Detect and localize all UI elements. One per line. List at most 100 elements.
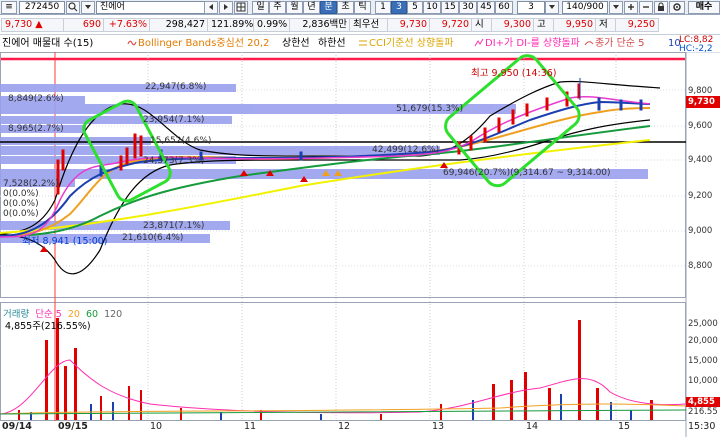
- open-label: 시: [471, 18, 493, 32]
- volume-tick: 25,000: [688, 319, 718, 329]
- minute-value-input[interactable]: 3: [517, 1, 545, 14]
- interval-60-button[interactable]: 60: [495, 1, 513, 14]
- volume-bar: [140, 390, 142, 420]
- volume-bar: [180, 408, 182, 420]
- vp-label-3: 51,679(15.3%): [396, 104, 464, 114]
- legend-bollinger-lower[interactable]: 하한선: [318, 38, 346, 50]
- volume-ratio: 121.89%: [207, 18, 255, 32]
- stock-name-field[interactable]: 진에어: [96, 1, 205, 14]
- volume-bar: [56, 318, 59, 420]
- volume-bar: [128, 386, 130, 420]
- period-month-button[interactable]: 월: [286, 1, 303, 14]
- prev-stock-icon[interactable]: [204, 1, 218, 14]
- candle-up: [545, 97, 549, 111]
- vp-label-10: 7,528(2.2%): [3, 179, 59, 189]
- x-tick-0914: 09/14: [2, 421, 32, 432]
- candle-up: [525, 103, 529, 117]
- volume-ma-line: [0, 359, 687, 415]
- x-tick-11: 11: [244, 421, 257, 432]
- trade-amount: 2,836백만: [289, 18, 351, 32]
- low-price: 9,250: [615, 18, 659, 32]
- candle-up: [61, 149, 65, 171]
- vp-label-4: 23,954(7.1%): [143, 115, 205, 125]
- minute-dropdown-icon[interactable]: [545, 1, 559, 14]
- interval-10-button[interactable]: 10: [423, 1, 441, 14]
- volume-bar: [18, 410, 20, 420]
- candle-up: [125, 147, 129, 165]
- ma-icon: [584, 38, 594, 50]
- data-count-field[interactable]: 140/900: [562, 1, 608, 14]
- x-tick-10: 10: [150, 421, 163, 432]
- stock-search-button[interactable]: [81, 1, 95, 14]
- period-minute-button[interactable]: 분: [320, 1, 337, 14]
- x-tick-15: 15: [618, 421, 631, 432]
- x-tick-12: 12: [338, 421, 351, 432]
- price-tick: 9,200: [688, 191, 713, 201]
- volume-bar: [630, 410, 632, 420]
- next-stock-icon[interactable]: [219, 1, 233, 14]
- legend-bollinger-mid[interactable]: Bollinger Bands중심선 20,2: [138, 38, 269, 50]
- price-change-pct: +7.63%: [103, 18, 151, 32]
- vp-label-2: 8,849(2.6%): [8, 94, 64, 104]
- vp-bar-6: [0, 137, 151, 145]
- vp-label-8: 42,499(12.6%): [372, 145, 440, 155]
- legend-volume-profile[interactable]: 진에어 매물대 수(15): [2, 38, 93, 50]
- price-chart[interactable]: [0, 52, 720, 437]
- current-volume-pct: 216.55: [688, 407, 718, 417]
- interval-30-button[interactable]: 30: [459, 1, 477, 14]
- lock-icon[interactable]: [654, 1, 668, 14]
- period-week-button[interactable]: 주: [269, 1, 286, 14]
- legend-dmi[interactable]: DI+가 DI-를 상향돌파: [485, 38, 580, 50]
- volume-bar: [100, 396, 102, 420]
- vp-label-15: 21,610(6.4%): [122, 233, 184, 243]
- grid-icon[interactable]: [234, 1, 248, 14]
- candle-down: [619, 99, 623, 111]
- candle-down: [639, 99, 643, 111]
- current-price: 9,730 ▲: [1, 18, 65, 32]
- low-annotation: 최저 8,941 (15:00): [22, 236, 108, 247]
- turnover-ratio: 0.99%: [253, 18, 291, 32]
- search-icon[interactable]: [66, 1, 80, 14]
- vp-label-13: 0(0.0%): [3, 209, 39, 219]
- volume-bar: [440, 404, 442, 420]
- quote-bar: 9,730 ▲ 690 +7.63% 298,427 121.89% 0.99%…: [0, 15, 720, 35]
- settings-icon[interactable]: [669, 1, 685, 14]
- vp-label-1: 22,947(6.8%): [145, 82, 207, 92]
- menu-button[interactable]: ≡: [1, 1, 17, 14]
- volume-bar: [74, 348, 77, 420]
- candle-up: [133, 133, 137, 159]
- bid-price: 9,720: [429, 18, 473, 32]
- vp-label-12: 0(0.0%): [3, 199, 39, 209]
- interval-1-button[interactable]: 1: [375, 1, 391, 14]
- interval-5-button[interactable]: 5: [407, 1, 423, 14]
- zoom-out-icon[interactable]: [639, 1, 653, 14]
- buy-button[interactable]: 매수: [688, 1, 720, 14]
- volume-profile-bars: [0, 84, 648, 243]
- interval-45-button[interactable]: 45: [477, 1, 495, 14]
- zoom-in-icon[interactable]: [624, 1, 638, 14]
- period-tick-button[interactable]: 틱: [354, 1, 371, 14]
- interval-15-button[interactable]: 15: [441, 1, 459, 14]
- legend-ma5[interactable]: 종가 단순 5: [595, 38, 645, 50]
- period-day-button[interactable]: 일: [252, 1, 269, 14]
- current-price-value: 9,730: [5, 19, 33, 30]
- volume-bar: [112, 402, 114, 420]
- legend-bollinger-upper[interactable]: 상한선: [282, 38, 310, 50]
- volume-bar: [548, 388, 551, 420]
- count-dropdown-icon[interactable]: [609, 1, 623, 14]
- period-second-button[interactable]: 초: [337, 1, 354, 14]
- candle-up: [511, 109, 515, 125]
- up-arrow-icon: ▲: [35, 19, 43, 30]
- high-price: 9,950: [553, 18, 597, 32]
- period-year-button[interactable]: 년: [303, 1, 320, 14]
- legend-cci[interactable]: CCI기준선 상향돌파: [369, 38, 454, 50]
- stock-code-input[interactable]: 272450: [19, 1, 65, 14]
- price-tick: 9,000: [688, 226, 713, 236]
- volume-value: 298,427: [149, 18, 209, 32]
- interval-3-button[interactable]: 3: [391, 1, 407, 14]
- candle-down: [299, 151, 303, 161]
- low-label: 저: [595, 18, 617, 32]
- volume-legend-ma120[interactable]: 120: [104, 309, 122, 320]
- x-tick-13: 13: [432, 421, 445, 432]
- vp-label-7: 24,573(7.3%): [143, 156, 205, 166]
